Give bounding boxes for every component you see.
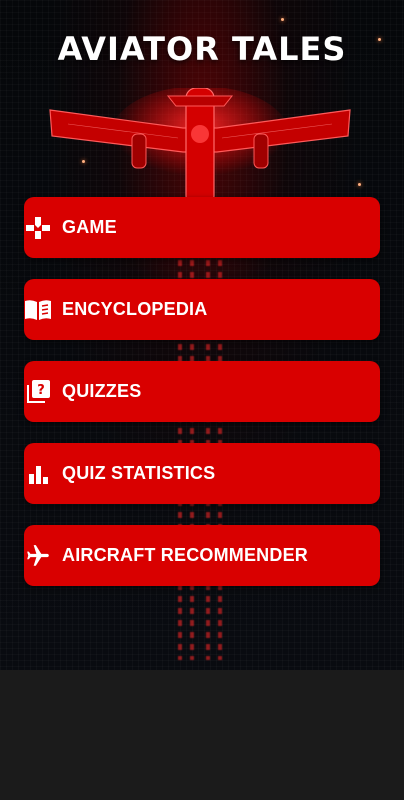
game-label: GAME: [62, 217, 117, 237]
encyclopedia-button[interactable]: ENCYCLOPEDIA: [24, 279, 380, 340]
bar-chart-icon: [24, 460, 52, 488]
star-decoration: [281, 18, 284, 21]
aircraft-recommender-button[interactable]: AIRCRAFT RECOMMENDER: [24, 525, 380, 586]
airplane-illustration: [49, 88, 351, 207]
hero-background: AVIATOR TALES GAME ENCYCLOPEDIA ? QUIZZE…: [0, 0, 404, 670]
gamepad-icon: [24, 214, 52, 242]
main-screen: AVIATOR TALES GAME ENCYCLOPEDIA ? QUIZZE…: [0, 0, 404, 800]
app-title: AVIATOR TALES: [57, 30, 347, 68]
quiz-icon: ?: [24, 378, 52, 406]
star-decoration: [358, 183, 361, 186]
quizzes-label: QUIZZES: [62, 381, 142, 401]
airplane-icon: [24, 542, 52, 570]
aircraft-recommender-label: AIRCRAFT RECOMMENDER: [62, 545, 308, 565]
encyclopedia-label: ENCYCLOPEDIA: [62, 299, 208, 319]
main-menu: GAME ENCYCLOPEDIA ? QUIZZES QUIZ STATIST…: [24, 197, 380, 607]
book-icon: [24, 296, 52, 324]
quiz-statistics-label: QUIZ STATISTICS: [62, 463, 216, 483]
quiz-statistics-button[interactable]: QUIZ STATISTICS: [24, 443, 380, 504]
svg-text:?: ?: [37, 383, 45, 398]
quizzes-button[interactable]: ? QUIZZES: [24, 361, 380, 422]
bottom-panel: [0, 670, 404, 800]
game-button[interactable]: GAME: [24, 197, 380, 258]
